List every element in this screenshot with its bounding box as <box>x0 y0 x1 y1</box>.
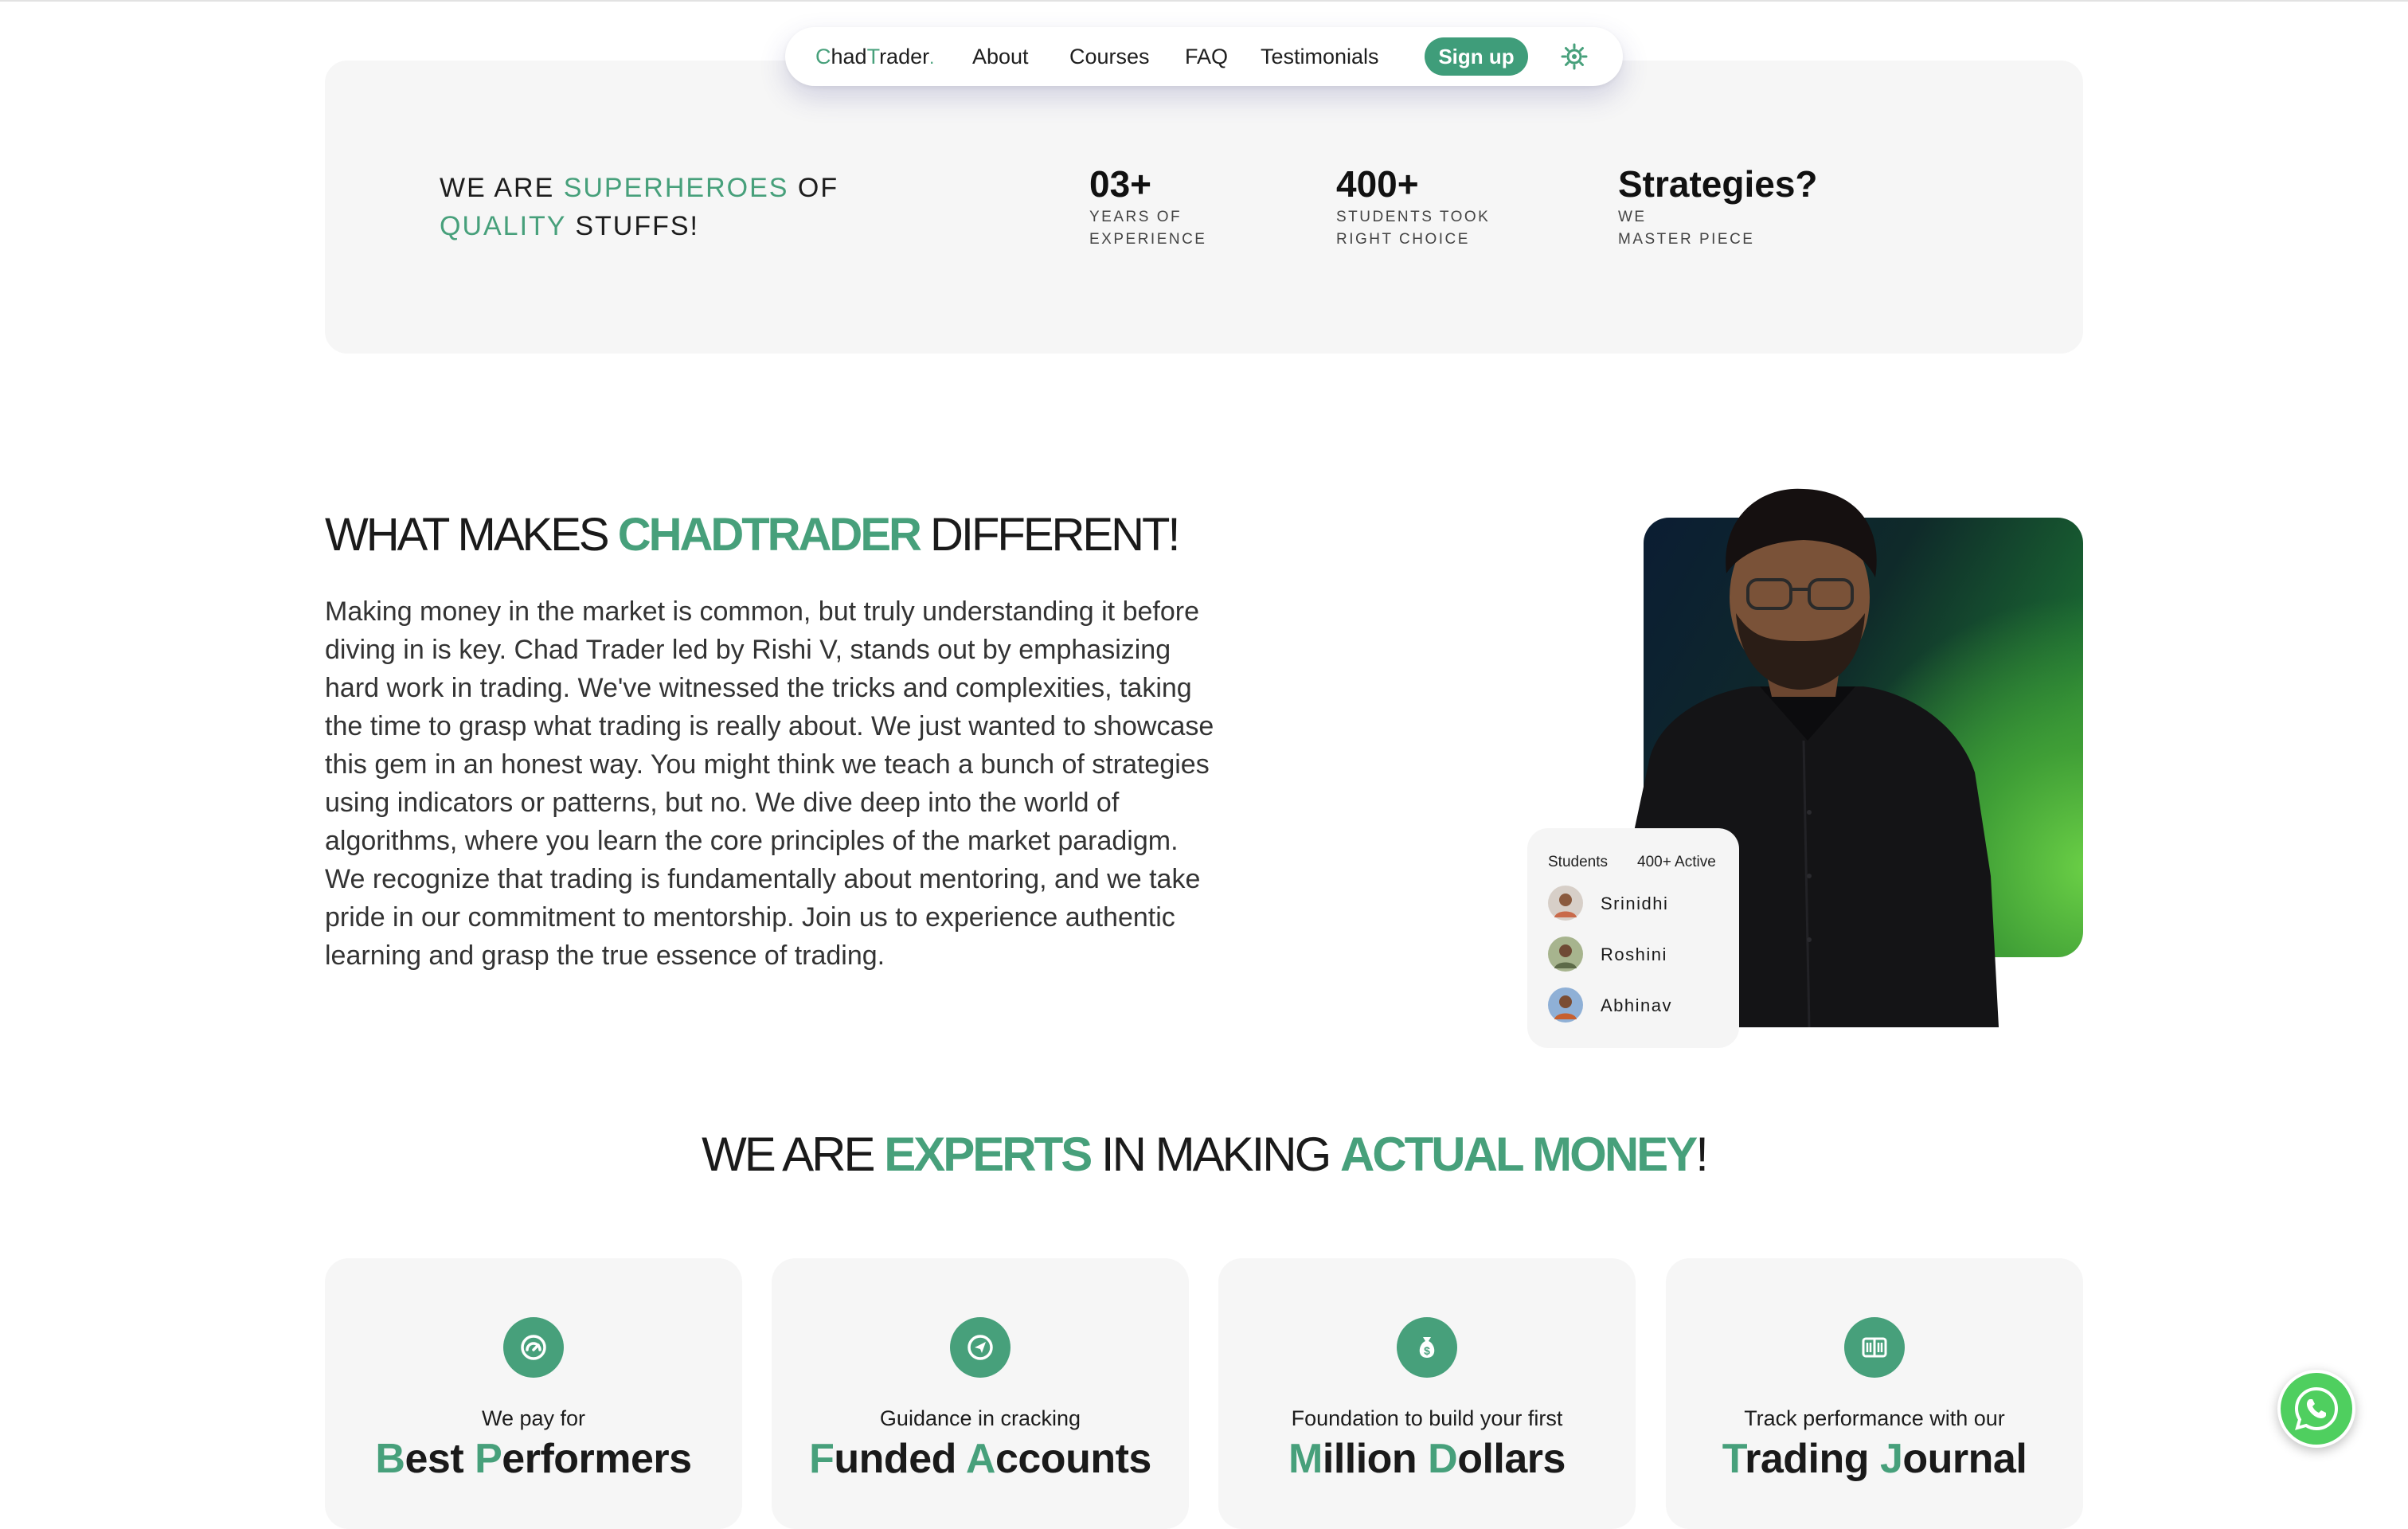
money-bag-icon: $ <box>1397 1317 1457 1378</box>
different-section-title: WHAT MAKES CHADTRADER DIFFERENT! <box>325 509 1181 561</box>
student-avatar <box>1548 987 1583 1023</box>
stat-label-line1: STUDENTS TOOK <box>1336 209 1491 225</box>
stat-years: 03+ YEARS OF EXPERIENCE <box>1089 162 1206 250</box>
feature-card-million-dollars[interactable]: $ Foundation to build your first Million… <box>1218 1258 1636 1529</box>
student-avatar <box>1548 886 1583 921</box>
nav-link-about[interactable]: About <box>972 27 1029 86</box>
students-active-card: Students 400+ Active Srinidhi Roshini Ab… <box>1527 828 1739 1048</box>
stat-students: 400+ STUDENTS TOOK RIGHT CHOICE <box>1336 162 1490 250</box>
stat-value: 03+ <box>1089 163 1152 205</box>
send-icon <box>950 1317 1010 1378</box>
feature-card-subtitle: Foundation to build your first <box>1291 1406 1563 1430</box>
feature-card-trading-journal[interactable]: Track performance with our Trading Journ… <box>1666 1258 2083 1529</box>
student-avatar <box>1548 937 1583 972</box>
banner-tagline: WE ARE SUPERHEROES OF QUALITY STUFFS! <box>440 173 839 241</box>
student-name: Srinidhi <box>1601 894 1669 913</box>
feature-card-subtitle: Track performance with our <box>1744 1406 2005 1430</box>
speedometer-icon <box>503 1317 564 1378</box>
whatsapp-chat-button[interactable] <box>2277 1370 2355 1448</box>
top-navbar: ChadTrader. About Courses FAQ Testimonia… <box>785 27 1623 86</box>
stats-banner: WE ARE SUPERHEROES OF QUALITY STUFFS! 03… <box>325 61 2083 354</box>
stat-label-line2: RIGHT CHOICE <box>1336 231 1470 248</box>
students-active-count: 400+ Active <box>1637 854 1716 870</box>
feature-card-heading: Million Dollars <box>1288 1436 1566 1482</box>
different-section-body: Making money in the market is common, bu… <box>325 596 1214 971</box>
svg-text:$: $ <box>1424 1344 1430 1357</box>
whatsapp-icon <box>2294 1386 2339 1431</box>
brand-logo[interactable]: ChadTrader. <box>815 27 934 86</box>
stat-label-line1: YEARS OF <box>1089 209 1182 225</box>
stat-strategies: Strategies? WE MASTER PIECE <box>1618 162 1818 250</box>
theme-toggle-sun-icon[interactable] <box>1561 43 1588 70</box>
feature-card-subtitle: We pay for <box>481 1406 586 1430</box>
nav-link-testimonials[interactable]: Testimonials <box>1261 27 1379 86</box>
book-icon <box>1844 1317 1905 1378</box>
signup-button[interactable]: Sign up <box>1425 37 1528 76</box>
stat-label-line2: EXPERIENCE <box>1089 231 1207 248</box>
student-name: Roshini <box>1601 944 1667 964</box>
stat-label-line1: WE <box>1618 209 1647 225</box>
feature-card-best-performers[interactable]: We pay for Best Performers <box>325 1258 742 1529</box>
feature-card-subtitle: Guidance in cracking <box>879 1406 1081 1430</box>
experts-section-title: WE ARE EXPERTS IN MAKING ACTUAL MONEY! <box>702 1128 1709 1181</box>
stat-value: Strategies? <box>1618 163 1818 205</box>
stat-label-line2: MASTER PIECE <box>1618 231 1755 248</box>
students-label: Students <box>1548 854 1608 870</box>
feature-card-funded-accounts[interactable]: Guidance in cracking Funded Accounts <box>772 1258 1189 1529</box>
feature-card-heading: Funded Accounts <box>809 1436 1151 1482</box>
student-name: Abhinav <box>1601 995 1673 1015</box>
stat-value: 400+ <box>1336 163 1419 205</box>
nav-link-faq[interactable]: FAQ <box>1185 27 1228 86</box>
nav-link-courses[interactable]: Courses <box>1069 27 1150 86</box>
top-divider <box>0 0 2408 2</box>
feature-card-heading: Best Performers <box>375 1436 692 1482</box>
feature-card-heading: Trading Journal <box>1722 1436 2027 1482</box>
